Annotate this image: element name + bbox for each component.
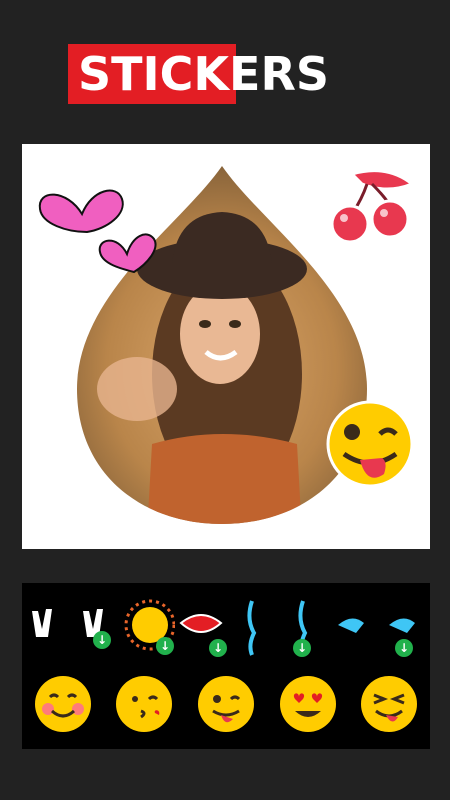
smiling-blush-emoji-icon[interactable] (32, 673, 94, 735)
kissing-wink-emoji-icon[interactable] (113, 673, 175, 735)
download-icon[interactable]: ↓ (93, 631, 111, 649)
water-splash-icon[interactable] (328, 589, 379, 663)
sticker-row-2 (22, 673, 430, 743)
cherry-icon[interactable] (330, 169, 415, 244)
water-stream-2-icon[interactable]: ↓ (277, 589, 328, 663)
victory-hand-white-icon[interactable] (22, 589, 73, 663)
victory-hand-icon[interactable]: ↓ (73, 589, 124, 663)
tongue-wink-emoji-icon[interactable] (195, 673, 257, 735)
pink-heart-icon[interactable] (38, 189, 124, 234)
photo-canvas[interactable]: LOVE LOVE (22, 144, 430, 660)
water-stream-icon[interactable] (226, 589, 277, 663)
canvas-art (38, 166, 415, 524)
sticker-row-1: ↓ ↓ ↓ ↓ ↓ (22, 589, 430, 663)
download-icon[interactable]: ↓ (395, 639, 413, 657)
water-splash-2-icon[interactable]: ↓ (379, 589, 430, 663)
sticker-tray[interactable]: ↓ ↓ ↓ ↓ ↓ (22, 583, 430, 749)
lips-icon[interactable]: ↓ (175, 589, 227, 663)
download-icon[interactable]: ↓ (209, 639, 227, 657)
heart-eyes-emoji-icon[interactable] (277, 673, 339, 735)
sun-icon[interactable]: ↓ (124, 589, 175, 663)
page-title: STICKERS (78, 47, 330, 101)
squinting-tongue-emoji-icon[interactable] (358, 673, 420, 735)
download-icon[interactable]: ↓ (293, 639, 311, 657)
download-icon[interactable]: ↓ (156, 637, 174, 655)
tongue-out-winking-emoji-icon[interactable] (326, 400, 414, 488)
